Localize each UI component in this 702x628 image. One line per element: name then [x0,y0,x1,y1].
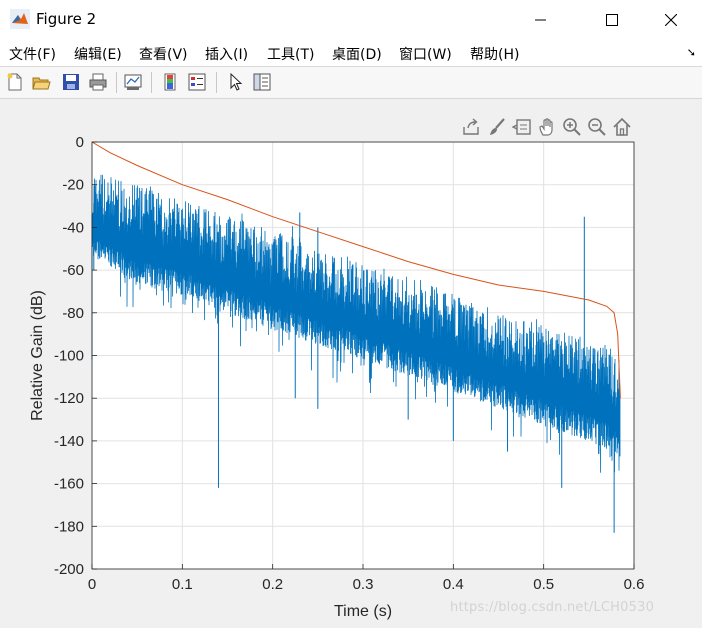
watermark: https://blog.csdn.net/LCH0530 [450,600,655,615]
y-tick-label: -180 [54,518,84,535]
x-tick-label: 0.6 [624,576,645,593]
x-tick-label: 0.2 [262,576,283,593]
y-tick-label: -120 [54,390,84,407]
y-tick-label: 0 [76,134,84,151]
y-tick-label: -60 [62,262,84,279]
y-tick-label: -80 [62,305,84,322]
y-tick-label: -160 [54,476,84,493]
y-tick-label: -20 [62,177,84,194]
y-tick-label: -100 [54,348,84,365]
y-tick-label: -40 [62,219,84,236]
y-tick-label: -200 [54,561,84,578]
x-tick-label: 0 [88,576,96,593]
x-tick-label: 0.1 [172,576,193,593]
x-tick-label: 0.4 [443,576,464,593]
chart-svg: 0 0.1 0.2 0.3 0.4 0.5 0.6 0 -20 -40 -60 -80 -100 -120… [29,134,645,620]
y-tick-label: -140 [54,433,84,450]
x-tick-label: 0.3 [353,576,374,593]
x-tick-label: 0.5 [533,576,554,593]
x-axis-label: Time (s) [334,603,392,620]
y-axis-label: Relative Gain (dB) [29,290,46,421]
